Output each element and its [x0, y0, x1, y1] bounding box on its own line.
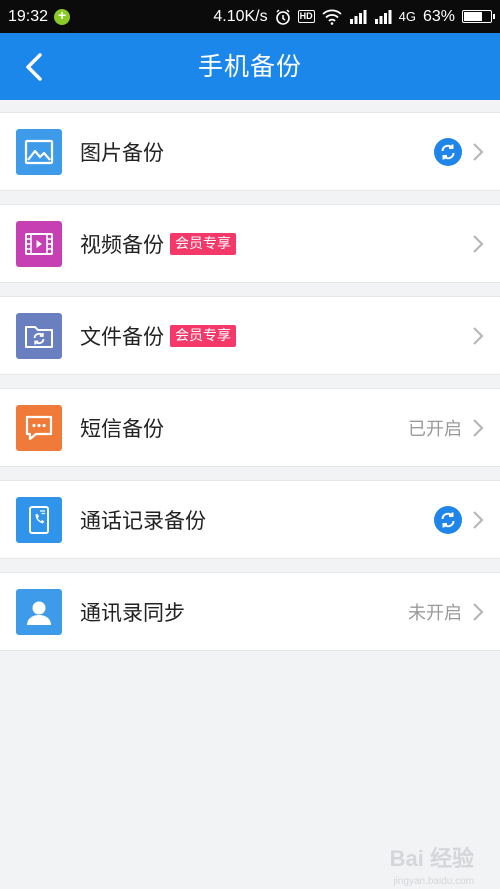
signal-icon [349, 9, 367, 24]
item-label: 视频备份 [80, 232, 164, 257]
sync-icon [434, 505, 462, 534]
page-title: 手机备份 [197, 52, 302, 81]
video-tile [16, 220, 62, 267]
list-item-photo-backup[interactable]: 图片备份 [0, 112, 500, 191]
status-text: 已开启 [408, 418, 462, 440]
chevron-right-icon [472, 234, 484, 254]
status-text: 未开启 [408, 602, 462, 624]
network-type: 4G [398, 9, 416, 24]
item-label: 图片备份 [80, 140, 164, 165]
image-icon [24, 139, 54, 164]
message-tile [16, 404, 62, 451]
item-label: 文件备份 [80, 324, 164, 349]
list-item-file-backup[interactable]: 文件备份 会员专享 [0, 296, 500, 375]
phone-log-icon [29, 505, 49, 534]
watermark-url: jingyan.baidu.com [393, 876, 474, 887]
hd-icon: HD [297, 10, 315, 23]
notification-plus-icon [54, 7, 71, 25]
folder-tile [16, 312, 62, 359]
contact-icon [27, 601, 51, 625]
status-bar: 19:32 4.10K/s HD 4G 63% [0, 0, 500, 33]
chevron-right-icon [472, 418, 484, 438]
chevron-right-icon [472, 142, 484, 162]
chevron-right-icon [472, 602, 484, 622]
chevron-right-icon [472, 326, 484, 346]
chevron-right-icon [472, 510, 484, 530]
phone-log-tile [16, 496, 62, 543]
backup-list: 图片备份 视频备份 会员专享 文件备份 会员专享 短信备份 已开启 通话记录备份… [0, 112, 500, 664]
list-item-video-backup[interactable]: 视频备份 会员专享 [0, 204, 500, 283]
list-item-sms-backup[interactable]: 短信备份 已开启 [0, 388, 500, 467]
image-tile [16, 128, 62, 175]
message-icon [25, 415, 53, 440]
wifi-icon [322, 9, 342, 25]
alarm-icon [275, 8, 291, 25]
item-label: 短信备份 [80, 416, 164, 441]
app-bar: 手机备份 [0, 33, 500, 100]
watermark-logo: Bai 经验 [389, 846, 474, 871]
signal-icon [374, 9, 392, 24]
battery-text: 63% [422, 7, 455, 25]
contact-tile [16, 588, 62, 635]
folder-sync-icon [25, 325, 53, 348]
list-item-call-log-backup[interactable]: 通话记录备份 [0, 480, 500, 559]
battery-icon [462, 10, 495, 23]
status-time: 19:32 [8, 7, 49, 25]
sync-icon [434, 137, 462, 166]
member-badge: 会员专享 [170, 324, 236, 347]
list-item-contacts-sync[interactable]: 通讯录同步 未开启 [0, 572, 500, 651]
member-badge: 会员专享 [170, 232, 236, 255]
video-icon [25, 232, 53, 255]
network-speed: 4.10K/s [213, 7, 268, 25]
item-label: 通话记录备份 [80, 508, 206, 533]
item-label: 通讯录同步 [80, 600, 185, 625]
